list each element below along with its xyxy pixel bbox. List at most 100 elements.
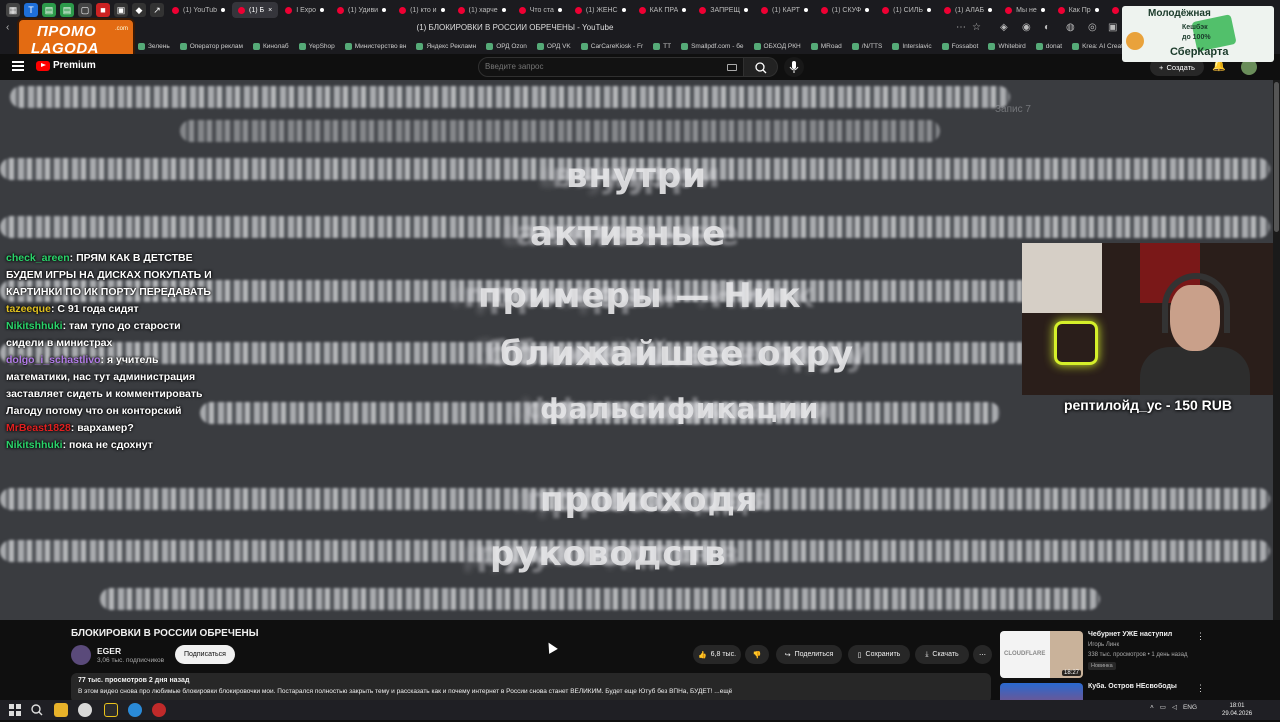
recommendation-channel[interactable]: Игорь Линк (1088, 642, 1119, 648)
extension-icon[interactable]: ▣ (1108, 22, 1117, 33)
system-clock[interactable]: 18:01 29.04.2026 (1222, 702, 1252, 718)
browser-tab[interactable]: I Expo (279, 2, 330, 18)
search-button[interactable] (744, 57, 778, 77)
page-scrollbar[interactable] (1273, 80, 1280, 620)
telegram-icon[interactable] (128, 703, 142, 717)
video-thumbnail[interactable]: CLOUDFLARE 18:27 (1000, 631, 1083, 678)
browser-tab[interactable]: (1) КАРТ (755, 2, 814, 18)
browser-tab[interactable]: (1) СИЛЬ (876, 2, 937, 18)
browser-tab[interactable]: (1) Б × (232, 2, 279, 18)
bookmark-item[interactable]: Fossabot (941, 42, 978, 50)
browser-tab[interactable]: (1) АЛАБ (938, 2, 998, 18)
bookmark-item[interactable]: MRoad (810, 42, 842, 50)
subscribe-button[interactable]: Подписаться (175, 645, 235, 664)
channel-avatar[interactable] (71, 645, 91, 665)
volume-icon[interactable]: ◁ (1172, 703, 1177, 711)
browser-tab[interactable]: КАК ПРА (633, 2, 693, 18)
voice-search-button[interactable] (784, 57, 804, 77)
more-actions-button[interactable]: ⋯ (973, 645, 992, 664)
language-indicator[interactable]: ENG (1183, 704, 1197, 711)
recommended-video[interactable]: CLOUDFLARE 18:27 Чебурнет УЖЕ наступил И… (1000, 631, 1270, 681)
browser-tab[interactable]: ЗАПРЕЩ (693, 2, 754, 18)
app-icon[interactable] (104, 703, 118, 717)
kebab-menu-icon[interactable]: ⋮ (1196, 683, 1205, 694)
youtube-logo[interactable]: Premium (36, 60, 96, 71)
browser-tab[interactable]: (1) ЖЕНС (569, 2, 632, 18)
video-thumbnail[interactable] (1000, 683, 1083, 700)
bookmark-label: ОРД VK (546, 42, 571, 50)
recommendation-title[interactable]: Куба. Остров НЕсвободы (1088, 683, 1177, 690)
recommended-video[interactable]: Куба. Остров НЕсвободы ⋮ (1000, 683, 1270, 700)
download-icon: ⤓ (925, 650, 929, 658)
bookmark-item[interactable]: Оператор реклам (179, 42, 243, 50)
bookmark-item[interactable]: ОБХОД РКН (753, 42, 801, 50)
hamburger-menu-icon[interactable] (12, 61, 24, 71)
pinned-tab-icon[interactable]: ■ (96, 3, 110, 17)
pinned-tab-icon[interactable]: ◆ (132, 3, 146, 17)
recommendation-title[interactable]: Чебурнет УЖЕ наступил (1088, 631, 1172, 638)
bookmark-item[interactable]: Smallpdf.com - бе (681, 42, 744, 50)
share-button[interactable]: ↪ Поделиться (776, 645, 842, 664)
bookmark-label: Зелень (148, 42, 170, 50)
pinned-tab-icon[interactable]: ▣ (114, 3, 128, 17)
browser-tab[interactable]: (1) Удиви (331, 2, 392, 18)
bookmark-item[interactable]: TT (653, 42, 671, 50)
chevron-up-icon[interactable]: ˄ (1150, 704, 1154, 711)
browser-tab[interactable]: (1) СКУФ (815, 2, 875, 18)
obs-icon[interactable] (152, 703, 166, 717)
bookmark-item[interactable]: ОРД VK (536, 42, 571, 50)
pinned-tab-icon[interactable]: ▤ (60, 3, 74, 17)
dislike-button[interactable]: 👎 (745, 645, 769, 664)
kebab-menu-icon[interactable]: ⋮ (1196, 631, 1205, 642)
youtube-favicon-icon (820, 6, 828, 14)
video-text-line: руководств (490, 534, 727, 574)
browser-tab[interactable]: (1) харче (452, 2, 512, 18)
bookmark-item[interactable]: ОРД Ozon (486, 42, 527, 50)
bookmark-icon[interactable]: ☆ (972, 22, 981, 33)
bookmark-item[interactable]: YepShop (298, 42, 335, 50)
bookmark-item[interactable]: Кинолаб (252, 42, 289, 50)
chat-message: Nikitshhuki: там тупо до старости сидели… (6, 320, 181, 349)
extension-icon[interactable]: ◐ (1044, 22, 1050, 33)
browser-tab[interactable]: Как Пр (1052, 2, 1105, 18)
bookmark-item[interactable]: donat (1035, 42, 1062, 50)
extension-icon[interactable]: ◉ (1022, 22, 1031, 33)
yandex-browser-icon[interactable] (78, 703, 92, 717)
channel-name[interactable]: EGER (97, 646, 121, 656)
more-icon[interactable]: ⋯ (956, 22, 966, 33)
browser-tab[interactable]: Что ста (513, 2, 568, 18)
download-button[interactable]: ⤓ Скачать (915, 645, 969, 664)
ad-line2: Кешбэк (1182, 24, 1208, 31)
bookmark-item[interactable]: CarCareKiosk - Fr (580, 42, 643, 50)
extension-icon[interactable]: ◈ (1000, 22, 1008, 33)
extension-icon[interactable]: ◍ (1066, 22, 1075, 33)
search-input[interactable] (485, 62, 715, 71)
file-explorer-icon[interactable] (54, 703, 68, 717)
bookmark-favicon-icon (1035, 42, 1043, 50)
browser-tab[interactable]: (1) кто и (393, 2, 451, 18)
description-box[interactable]: 77 тыс. просмотров 2 дня назад В этом ви… (71, 673, 991, 703)
search-icon[interactable] (30, 703, 44, 717)
bookmark-item[interactable]: Министерство вн (344, 42, 406, 50)
sber-ad-banner[interactable]: Молодёжная Кешбэк до 100% СберКарта (1122, 6, 1274, 62)
like-button[interactable]: 👍 6,8 тыс. (693, 645, 741, 664)
browser-menu-icon[interactable]: ▦ (6, 3, 20, 17)
pinned-tab-icon[interactable]: T (24, 3, 38, 17)
browser-tab[interactable]: (1) YouTub (166, 2, 231, 18)
keyboard-icon[interactable] (727, 64, 737, 71)
bookmark-item[interactable]: Whitebird (988, 42, 1026, 50)
bookmark-item[interactable]: Зелень (138, 42, 170, 50)
bookmark-item[interactable]: Яндекс Рекламн (416, 42, 476, 50)
extension-icon[interactable]: ◎ (1088, 22, 1097, 33)
close-tab-icon[interactable]: × (268, 7, 272, 14)
windows-start-icon[interactable] (8, 703, 22, 717)
network-icon[interactable]: ▭ (1160, 703, 1166, 711)
pinned-tab-icon[interactable]: ▢ (78, 3, 92, 17)
browser-tab[interactable]: Мы не (999, 2, 1051, 18)
bookmark-item[interactable]: /N/TTS (851, 42, 882, 50)
pinned-tab-icon[interactable]: ↗ (150, 3, 164, 17)
bookmark-item[interactable]: Interslavic (892, 42, 932, 50)
pinned-tab-icon[interactable]: ▤ (42, 3, 56, 17)
save-button[interactable]: ▯ Сохранить (848, 645, 910, 664)
search-box[interactable] (478, 57, 744, 77)
